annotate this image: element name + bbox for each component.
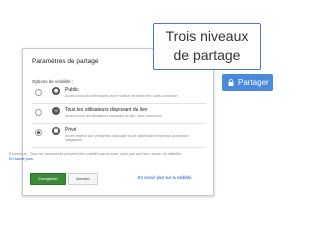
divider: [32, 123, 206, 124]
option-public-title: Public: [65, 87, 79, 93]
learn-more-link[interactable]: En savoir plus: [9, 157, 33, 161]
visibility-options-label: Options de visibilité :: [32, 79, 74, 84]
visibility-info-link[interactable]: En savoir plus sur la visibilité: [138, 175, 192, 180]
callout-line-2: de partage: [173, 47, 241, 63]
divider: [32, 147, 206, 148]
globe-icon: ●: [52, 87, 60, 95]
radio-anyone-with-link[interactable]: [35, 109, 42, 116]
visibility-remark: Remarque : Tous les documents peuvent êt…: [9, 152, 184, 162]
option-link-title: Tous les utilisateurs disposant du lien: [65, 107, 148, 113]
remark-text: Remarque : Tous les documents peuvent êt…: [9, 152, 183, 156]
link-icon: ∞: [52, 107, 60, 115]
divider: [32, 103, 206, 104]
lock-icon: ■: [52, 127, 60, 135]
lock-icon: [228, 79, 234, 86]
radio-private[interactable]: [35, 129, 42, 136]
cancel-button[interactable]: Annuler: [68, 173, 98, 185]
save-button[interactable]: Enregistrer: [30, 173, 66, 185]
callout-box: Trois niveaux de partage: [153, 23, 261, 70]
share-button[interactable]: Partager: [222, 74, 273, 91]
option-private-description: Accès réservé aux personnes disposant d'…: [65, 134, 189, 143]
option-private[interactable]: ■ Privé Accès réservé aux personnes disp…: [32, 127, 208, 145]
option-public-description: Accès à tous les internautes via le mote…: [65, 94, 178, 98]
share-button-label: Partager: [238, 78, 269, 87]
option-private-title: Privé: [65, 127, 77, 133]
dialog-title: Paramètres de partage: [32, 58, 99, 65]
callout-line-1: Trois niveaux: [165, 28, 249, 44]
option-link-description: Accès à tous les utilisateurs disposant …: [65, 114, 162, 118]
radio-public[interactable]: [35, 89, 42, 96]
